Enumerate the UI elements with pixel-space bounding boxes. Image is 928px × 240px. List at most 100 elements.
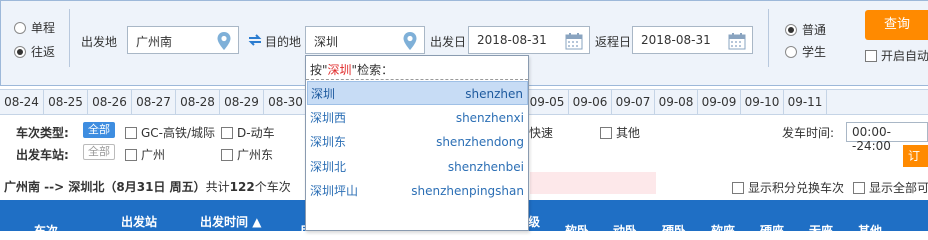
auto-query-checkbox[interactable]: 开启自动 xyxy=(865,47,928,64)
suggest-item[interactable]: 深圳 shenzhen xyxy=(307,81,528,105)
roundtrip-radio[interactable]: 往返 xyxy=(14,43,55,60)
checkbox-box[interactable] xyxy=(125,126,137,139)
sort-up-icon[interactable]: ▲ xyxy=(248,215,261,229)
suggest-item-pinyin: shenzhendong xyxy=(436,135,524,149)
filter-fast-label: 快速 xyxy=(529,126,554,140)
show-all-checkbox[interactable]: 显示全部可 xyxy=(853,179,928,196)
station-guangzhoudong-label: 广州东 xyxy=(237,148,274,162)
filter-other-label: 其他 xyxy=(616,126,641,140)
station-label: 出发车站: xyxy=(16,148,69,162)
date-tab[interactable]: 09-11 xyxy=(784,90,827,114)
suggest-item-name: 深圳东 xyxy=(310,135,347,149)
to-value: 深圳 xyxy=(314,35,339,49)
date-tab[interactable]: 09-06 xyxy=(569,90,612,114)
checkbox-box[interactable] xyxy=(221,126,233,139)
student-ticket-radio[interactable]: 学生 xyxy=(785,43,826,60)
col-train[interactable]: 车次 xyxy=(34,222,58,239)
suggest-keyword: 深圳 xyxy=(327,63,352,77)
notice-bar xyxy=(530,172,656,194)
date-tab[interactable]: 09-10 xyxy=(741,90,784,114)
col-no-seat: 无座 xyxy=(809,224,834,238)
suggest-item-pinyin: shenzhenpingshan xyxy=(411,184,524,198)
suggest-item-name: 深圳 xyxy=(311,87,336,101)
roundtrip-label: 往返 xyxy=(31,45,56,59)
route-date: （8月31日 周五） xyxy=(104,180,206,194)
return-date-input[interactable]: 2018-08-31 xyxy=(632,26,753,54)
to-label: 目的地 xyxy=(265,35,302,49)
col-depart-time[interactable]: 出发时间 ▲ xyxy=(200,213,261,230)
col-moving-sleeper: 动卧 xyxy=(613,224,638,238)
date-tab[interactable]: 08-26 xyxy=(88,90,132,114)
checkbox-box[interactable] xyxy=(221,148,233,161)
date-tab[interactable]: 09-09 xyxy=(698,90,741,114)
col-soft-seat: 软座 xyxy=(711,224,736,238)
checkbox-box[interactable] xyxy=(125,148,137,161)
depart-date-value: 2018-08-31 xyxy=(477,33,547,47)
result-summary: 广州南 --> 深圳北（8月31日 周五）共计122个车次 xyxy=(4,178,291,195)
oneway-radio[interactable]: 单程 xyxy=(14,19,55,36)
station-all[interactable]: 全部 xyxy=(83,144,115,160)
oneway-radio-dot[interactable] xyxy=(14,21,26,34)
date-tab[interactable]: 08-25 xyxy=(44,90,88,114)
col-soft-sleeper: 软卧 xyxy=(565,224,590,238)
filter-gc-label: GC-高铁/城际 xyxy=(141,126,216,140)
show-points-checkbox[interactable]: 显示积分兑换车次 xyxy=(732,179,844,196)
date-tab[interactable]: 08-24 xyxy=(0,90,44,114)
checkbox-box[interactable] xyxy=(853,181,865,194)
query-button[interactable]: 查询 xyxy=(865,10,928,40)
from-label: 出发地 xyxy=(81,35,118,49)
checkbox-box[interactable] xyxy=(600,126,612,139)
location-pin-icon[interactable] xyxy=(216,31,232,51)
from-input[interactable]: 广州南 xyxy=(127,26,239,54)
date-tab[interactable]: 09-07 xyxy=(612,90,655,114)
train-type-all[interactable]: 全部 xyxy=(83,122,115,138)
depart-date-input[interactable]: 2018-08-31 xyxy=(468,26,590,54)
date-tab[interactable]: 08-30 xyxy=(264,90,308,114)
show-all-label: 显示全部可 xyxy=(869,181,928,195)
location-pin-icon[interactable] xyxy=(402,31,418,51)
suggest-item[interactable]: 深圳东 shenzhendong xyxy=(307,130,528,154)
filter-gc[interactable]: GC-高铁/城际 xyxy=(125,124,215,141)
route-text: 广州南 --> 深圳北 xyxy=(4,180,105,194)
filter-other[interactable]: 其他 xyxy=(600,124,640,141)
suggest-item-name: 深圳坪山 xyxy=(310,184,359,198)
divider xyxy=(69,9,70,67)
calendar-icon[interactable] xyxy=(565,32,583,50)
col-partial-2: 级 xyxy=(528,215,541,229)
filter-fast[interactable]: 快速 xyxy=(529,124,553,141)
suggest-item[interactable]: 深圳西 shenzhenxi xyxy=(307,106,528,130)
book-button[interactable]: 订票 xyxy=(903,145,928,185)
suggest-item[interactable]: 深圳坪山 shenzhenpingshan xyxy=(307,179,528,203)
train-type-label: 车次类型: xyxy=(16,126,69,140)
calendar-icon[interactable] xyxy=(728,32,746,50)
count-suffix: 个车次 xyxy=(254,180,291,194)
normal-ticket-radio[interactable]: 普通 xyxy=(785,21,826,38)
from-value: 广州南 xyxy=(136,35,173,49)
date-tab[interactable]: 09-08 xyxy=(655,90,698,114)
depart-time-text: 出发时间 xyxy=(200,215,249,229)
normal-radio-dot[interactable] xyxy=(785,23,797,36)
suggest-suffix: "检索： xyxy=(351,63,394,77)
filter-d[interactable]: D-动车 xyxy=(221,124,275,141)
roundtrip-radio-dot[interactable] xyxy=(14,45,26,58)
swap-icon[interactable] xyxy=(247,32,263,48)
return-date-value: 2018-08-31 xyxy=(641,33,711,47)
normal-label: 普通 xyxy=(802,23,827,37)
student-radio-dot[interactable] xyxy=(785,45,797,58)
depart-time-select[interactable]: 00:00--24:00 xyxy=(846,122,928,153)
col-from-station[interactable]: 出发站 xyxy=(121,213,157,230)
date-tab[interactable]: 09-05 xyxy=(526,90,569,114)
col-hard-seat: 硬座 xyxy=(760,224,785,238)
suggest-header: 按"深圳"检索： xyxy=(306,56,528,80)
filter-station-guangzhoudong[interactable]: 广州东 xyxy=(221,146,273,163)
checkbox-box[interactable] xyxy=(865,49,877,62)
checkbox-box[interactable] xyxy=(732,181,744,194)
suggest-item-name: 深圳北 xyxy=(310,159,347,174)
to-input[interactable]: 深圳 xyxy=(305,26,425,54)
suggest-item[interactable]: 深圳北 shenzhenbei xyxy=(307,155,528,179)
suggest-prefix: 按" xyxy=(310,63,328,77)
date-tab[interactable]: 08-27 xyxy=(132,90,176,114)
filter-station-guangzhou[interactable]: 广州 xyxy=(125,146,165,163)
date-tab[interactable]: 08-29 xyxy=(220,90,264,114)
date-tab[interactable]: 08-28 xyxy=(176,90,220,114)
